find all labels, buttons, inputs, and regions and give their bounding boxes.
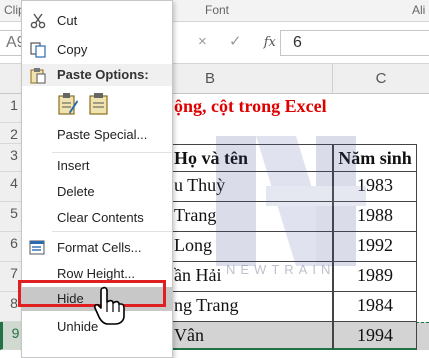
menu-label: Paste Special...: [57, 127, 148, 142]
name-box[interactable]: A9: [0, 30, 26, 56]
cancel-icon[interactable]: ×: [198, 33, 207, 50]
menu-label: Cut: [57, 13, 78, 28]
menu-item-format-cells[interactable]: Format Cells...: [22, 236, 172, 260]
enter-icon[interactable]: ✓: [229, 32, 242, 50]
copy-icon: [30, 42, 46, 58]
ribbon-group-alignment: Ali: [412, 3, 426, 17]
watermark-text: NEWTRAIN: [226, 262, 336, 277]
column-header-c[interactable]: C: [333, 64, 429, 94]
year-cell[interactable]: 1994: [333, 322, 417, 350]
menu-item-delete[interactable]: Delete: [22, 180, 172, 204]
menu-separator: [52, 231, 172, 232]
paste-icon: [30, 68, 46, 84]
menu-label: Copy: [57, 42, 88, 57]
paste-options-header: Paste Options:: [22, 64, 172, 86]
formula-input[interactable]: 6: [280, 30, 429, 56]
menu-separator: [52, 152, 172, 153]
paste-values-icon[interactable]: [88, 92, 110, 116]
scissors-icon: [30, 13, 46, 29]
menu-label: Clear Contents: [57, 210, 144, 225]
format-cells-icon: [29, 240, 45, 255]
menu-label: Delete: [57, 184, 95, 199]
sheet-title: ộng, cột trong Excel: [174, 96, 327, 116]
menu-item-paste-special[interactable]: Paste Special...: [22, 123, 172, 147]
year-cell[interactable]: 1984: [333, 292, 417, 322]
menu-item-clear-contents[interactable]: Clear Contents: [22, 206, 172, 230]
menu-label: Row Height...: [57, 266, 136, 281]
hand-cursor-icon: [93, 286, 125, 325]
menu-label: Format Cells...: [57, 240, 142, 255]
ribbon-group-font: Font: [205, 3, 230, 17]
menu-item-insert[interactable]: Insert: [22, 154, 172, 178]
hide-highlight-box: [18, 280, 166, 307]
menu-item-copy[interactable]: Copy: [22, 38, 172, 62]
fx-icon[interactable]: fx: [264, 35, 276, 50]
menu-item-cut[interactable]: Cut: [22, 9, 172, 33]
paste-format-icon[interactable]: [57, 92, 79, 116]
paste-options-label: Paste Options:: [57, 67, 149, 82]
menu-label: Insert: [57, 158, 90, 173]
newtrain-logo-watermark: [216, 136, 366, 266]
